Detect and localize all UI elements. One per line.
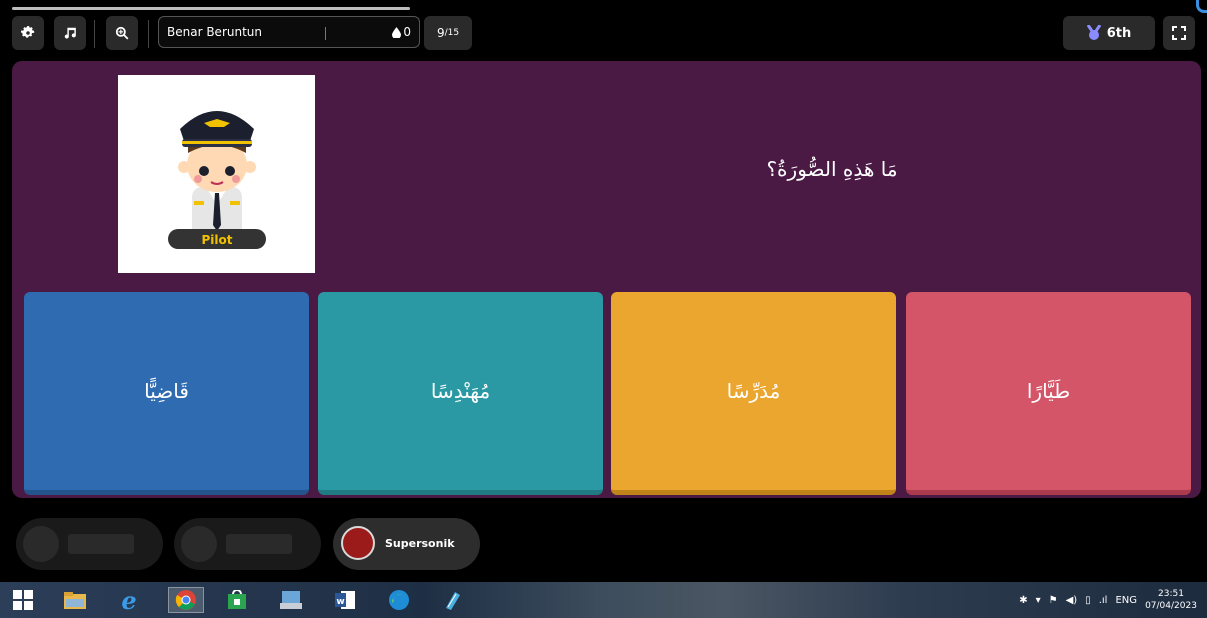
toolbar-separator: [148, 20, 149, 48]
store-icon: [228, 590, 246, 609]
language-indicator[interactable]: ENG: [1115, 595, 1137, 606]
windows-start-icon: [13, 590, 33, 610]
player-info-box: Benar Beruntun 0: [158, 16, 420, 48]
answer-option-2[interactable]: مُهَنْدِسًا: [318, 292, 603, 495]
system-tray: ✱ ▾ ⚑ ◀) ▯ .ıl ENG 23:51 07/04/2023: [1015, 582, 1207, 618]
rank-badge[interactable]: 6th: [1063, 16, 1155, 50]
score-value: 0: [403, 25, 411, 39]
powerup-placeholder-label: [68, 534, 134, 554]
player-score: 0: [392, 25, 411, 39]
word-icon: w: [335, 591, 355, 609]
powerup-placeholder-label: [226, 534, 292, 554]
notepad-icon: [446, 592, 460, 610]
image-caption: Pilot: [201, 233, 232, 247]
taskbar-clock[interactable]: 23:51 07/04/2023: [1141, 588, 1201, 612]
clock-date: 07/04/2023: [1145, 601, 1197, 611]
powerup-placeholder-icon: [181, 526, 217, 562]
powerup-slot-empty: [16, 518, 163, 570]
answer-option-1[interactable]: قَاضِيًّا: [24, 292, 309, 495]
word-taskbar[interactable]: w: [330, 587, 360, 613]
player-name: Benar Beruntun: [167, 25, 262, 39]
fullscreen-icon: [1172, 26, 1186, 40]
notepad-taskbar[interactable]: [438, 587, 468, 613]
game-progress-bar: [12, 7, 410, 10]
keyboard-icon: [280, 591, 302, 609]
powerup-placeholder-icon: [23, 526, 59, 562]
chrome-taskbar[interactable]: [168, 587, 204, 613]
keyboard-taskbar[interactable]: [276, 587, 306, 613]
file-explorer-taskbar[interactable]: [60, 587, 90, 613]
question-image: Pilot: [118, 75, 315, 273]
chrome-icon: [175, 590, 196, 610]
store-taskbar[interactable]: [222, 587, 252, 613]
edge-taskbar[interactable]: [384, 587, 414, 613]
edge-icon: [389, 590, 409, 610]
svg-text:w: w: [336, 597, 344, 607]
signal-icon[interactable]: .ıl: [1099, 595, 1108, 606]
file-explorer-icon: [64, 592, 86, 609]
settings-button[interactable]: [12, 16, 44, 50]
start-button[interactable]: [8, 587, 38, 613]
rank-value: 6th: [1106, 25, 1132, 41]
answer-option-label: طَيَّارًا: [1026, 379, 1071, 403]
network-icon[interactable]: ▾: [1036, 595, 1041, 606]
internet-explorer-icon: e: [121, 585, 137, 615]
pilot-illustration: Pilot: [118, 75, 315, 273]
music-icon: [64, 27, 76, 39]
flag-icon[interactable]: ⚑: [1049, 595, 1058, 606]
toolbar-separator: [94, 20, 95, 48]
bluetooth-icon[interactable]: ✱: [1019, 595, 1027, 606]
answer-option-label: مُدَرِّسًا: [726, 379, 781, 403]
question-total: /15: [444, 28, 460, 38]
gear-icon: [21, 26, 35, 38]
fullscreen-button[interactable]: [1163, 16, 1195, 50]
medal-icon: [1086, 25, 1101, 40]
powerup-slot-empty: [174, 518, 321, 570]
question-text: مَا هَذِهِ الصُّورَةُ؟: [766, 157, 898, 181]
windows-taskbar: e w ✱ ▾ ⚑ ◀) ▯ .ıl ENG 23:51 07/04/2023: [0, 582, 1207, 618]
game-progress-fill: [12, 7, 410, 10]
answer-option-label: قَاضِيًّا: [144, 379, 189, 403]
answer-option-3[interactable]: مُدَرِّسًا: [611, 292, 896, 495]
internet-explorer-taskbar[interactable]: e: [114, 585, 144, 615]
zoom-button[interactable]: [106, 16, 138, 50]
top-toolbar: Benar Beruntun 0 9/15 6th: [12, 16, 1195, 52]
music-button[interactable]: [54, 16, 86, 50]
clock-time: 23:51: [1158, 589, 1184, 599]
question-counter: 9/15: [424, 16, 472, 50]
zoom-in-icon: [115, 26, 129, 40]
question-panel: Pilot مَا هَذِهِ الصُّورَةُ؟ قَاضِيًّا م…: [12, 61, 1201, 498]
question-current: 9: [436, 26, 445, 40]
answer-option-label: مُهَنْدِسًا: [430, 379, 491, 403]
powerup-label: Supersonik: [385, 537, 455, 550]
powerup-supersonic[interactable]: Supersonik: [333, 518, 480, 570]
drop-icon: [392, 26, 402, 38]
battery-icon[interactable]: ▯: [1085, 595, 1091, 606]
corner-indicator: [1196, 0, 1207, 13]
answer-option-4[interactable]: طَيَّارًا: [906, 292, 1191, 495]
player-info-divider: [325, 27, 326, 40]
supersonic-icon: [341, 526, 375, 560]
volume-icon[interactable]: ◀): [1066, 595, 1078, 606]
